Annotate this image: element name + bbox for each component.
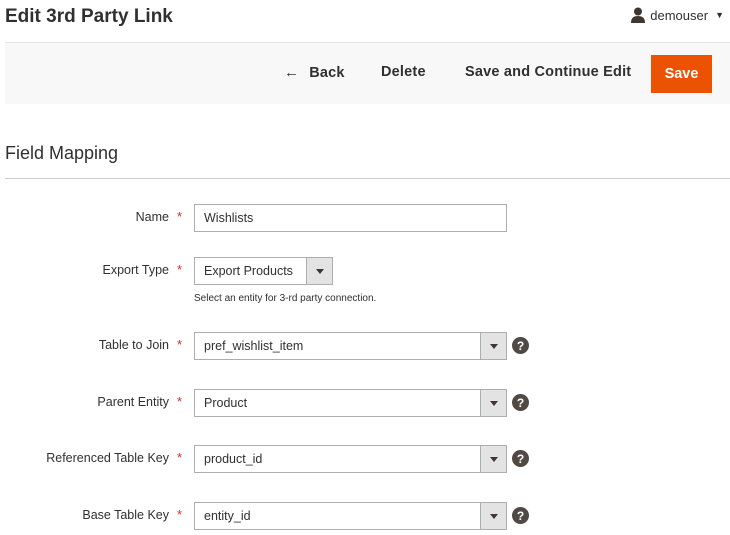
export-type-value: Export Products: [204, 264, 293, 278]
name-label: Name: [135, 210, 169, 224]
required-marker: *: [177, 507, 183, 522]
user-icon: [631, 7, 646, 23]
parent-entity-value: Product: [204, 396, 248, 410]
referenced-table-key-value: product_id: [204, 452, 263, 466]
referenced-table-key-select[interactable]: product_id: [194, 445, 507, 473]
username: demouser: [650, 7, 709, 23]
parent-entity-select[interactable]: Product: [194, 389, 507, 417]
required-marker: *: [177, 450, 183, 465]
export-type-note: Select an entity for 3-rd party connecti…: [194, 293, 377, 304]
name-input[interactable]: Wishlists: [194, 204, 507, 232]
back-button-label: Back: [309, 64, 345, 81]
help-icon[interactable]: ?: [512, 337, 529, 354]
base-table-key-select[interactable]: entity_id: [194, 502, 507, 530]
table-to-join-value: pref_wishlist_item: [204, 339, 304, 353]
table-to-join-label: Table to Join: [98, 338, 169, 352]
referenced-table-key-label: Referenced Table Key: [46, 451, 169, 465]
section-divider: [5, 178, 730, 179]
help-icon[interactable]: ?: [512, 450, 529, 467]
arrow-left-icon: ←: [284, 64, 300, 81]
export-type-label: Export Type: [102, 263, 169, 277]
required-marker: *: [177, 262, 183, 277]
chevron-down-icon: [480, 333, 506, 359]
parent-entity-label: Parent Entity: [97, 395, 169, 409]
section-title: Field Mapping: [5, 143, 119, 163]
export-type-select[interactable]: Export Products: [194, 257, 333, 285]
required-marker: *: [177, 209, 183, 224]
help-icon[interactable]: ?: [512, 394, 529, 411]
required-marker: *: [177, 337, 183, 352]
caret-down-icon: ▼: [715, 10, 724, 20]
chevron-down-icon: [306, 258, 332, 284]
base-table-key-value: entity_id: [204, 509, 251, 523]
save-button[interactable]: Save: [651, 55, 712, 93]
required-marker: *: [177, 394, 183, 409]
chevron-down-icon: [480, 446, 506, 472]
user-menu[interactable]: demouser ▼: [631, 7, 724, 23]
help-icon[interactable]: ?: [512, 507, 529, 524]
page-actions-bar: ← Back Delete Save and Continue Edit Sav…: [5, 42, 730, 104]
back-button[interactable]: ← Back: [284, 64, 345, 81]
save-and-continue-button[interactable]: Save and Continue Edit: [465, 64, 631, 80]
base-table-key-label: Base Table Key: [82, 508, 169, 522]
table-to-join-select[interactable]: pref_wishlist_item: [194, 332, 507, 360]
delete-button[interactable]: Delete: [381, 64, 426, 80]
chevron-down-icon: [480, 390, 506, 416]
chevron-down-icon: [480, 503, 506, 529]
page-title: Edit 3rd Party Link: [5, 6, 173, 27]
